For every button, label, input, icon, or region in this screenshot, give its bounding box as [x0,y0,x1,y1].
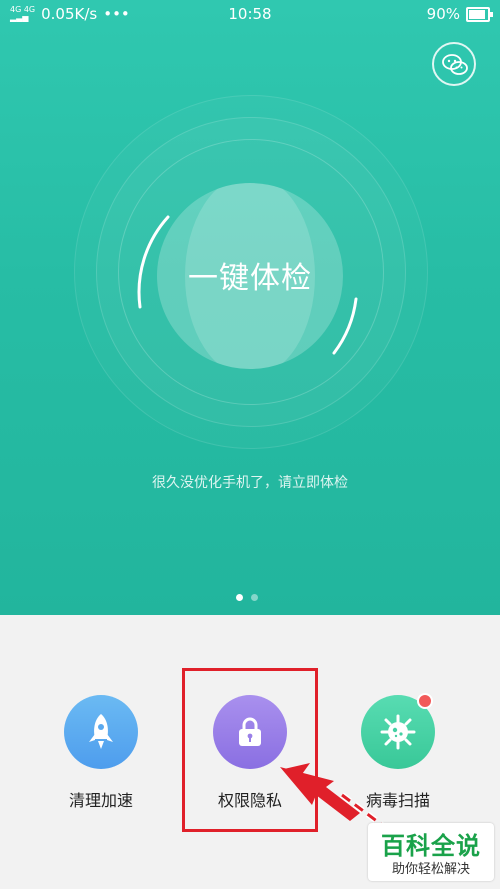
page-indicator [236,594,258,601]
feature-clean-speed[interactable]: 清理加速 [41,695,161,811]
notification-badge [417,693,433,709]
battery-status: 90% [426,5,493,23]
watermark-subtitle: 助你轻松解决 [391,862,470,877]
battery-icon [466,6,493,22]
wechat-button[interactable] [432,42,476,86]
check-button-label[interactable]: 一键体检 [157,253,343,297]
feature-label: 清理加速 [68,791,133,810]
wechat-icon [442,54,468,75]
hero-panel: 4G 4G ▂▃▅ 0.05K/s ••• 10:58 90% 一键体检 很久没优… [0,0,500,615]
status-bar: 4G 4G ▂▃▅ 0.05K/s ••• 10:58 90% [0,0,500,28]
battery-percent: 90% [426,5,460,23]
watermark-title: 百科全说 [381,832,481,860]
rocket-icon[interactable] [64,695,138,769]
optimize-hint: 很久没优化手机了，请立即体检 [152,475,348,491]
watermark: 百科全说 助你轻松解决 [368,823,494,881]
page-dot-1[interactable] [236,594,243,601]
clock: 10:58 [228,5,272,23]
page-dot-2[interactable] [251,594,258,601]
